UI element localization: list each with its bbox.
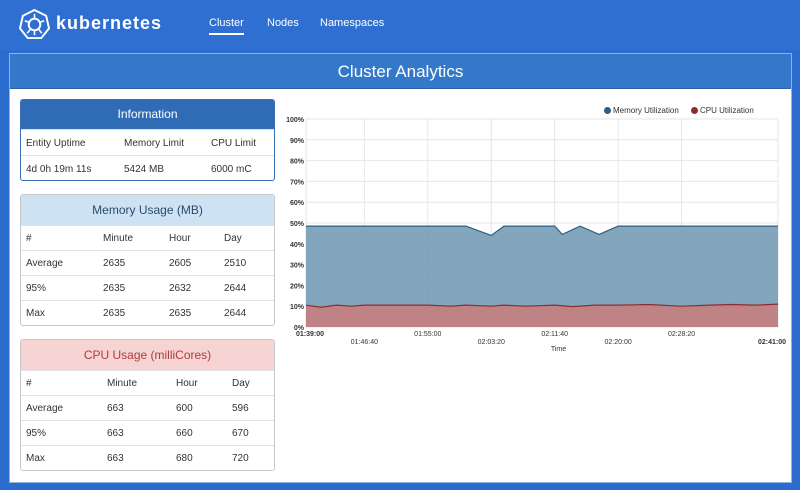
row-label: 95% [26,283,47,294]
column-header: Minute [103,233,134,244]
column-header: # [26,378,32,389]
kubernetes-logo-icon[interactable] [19,9,50,40]
y-tick-label: 90% [290,138,305,145]
table-row: 95% 663 660 670 [21,420,274,445]
top-navbar: kubernetes Cluster Nodes Namespaces [0,0,800,50]
table-cell: 2632 [169,283,192,294]
table-cell: 2644 [224,283,247,294]
y-tick-label: 70% [290,179,305,186]
cluster-analytics-panel: Cluster Analytics Information Entity Upt… [9,53,792,483]
table-cell: 2510 [224,258,247,269]
y-tick-label: 100% [286,117,305,124]
y-tick-label: 50% [290,221,305,228]
table-cell: 660 [176,428,193,439]
nav-cluster[interactable]: Cluster [209,17,244,35]
column-header: Hour [176,378,198,389]
row-label: Average [26,258,64,269]
y-tick-label: 60% [290,200,305,207]
info-cpu-limit-value: 6000 mC [211,164,252,175]
table-cell: 663 [107,403,124,414]
y-tick-label: 30% [290,263,305,270]
x-tick-label: 02:03:20 [478,339,505,346]
utilization-chart: 0%10%20%30%40%50%60%70%80%90%100%01:39:0… [286,117,786,353]
info-memory-limit-value: 5424 MB [124,164,165,175]
table-cell: 600 [176,403,193,414]
info-header-memory-limit: Memory Limit [124,138,185,149]
memory-usage-card: Memory Usage (MB) # Minute Hour Day Aver… [20,194,275,326]
table-cell: 596 [232,403,249,414]
row-label: 95% [26,428,47,439]
table-header-row: # Minute Hour Day [21,225,274,250]
x-tick-label: 01:55:00 [414,331,441,338]
row-label: Average [26,403,64,414]
x-tick-label: 02:41:00 [758,339,786,346]
cpu-usage-card: CPU Usage (milliCores) # Minute Hour Day… [20,339,275,471]
table-cell: 2605 [169,258,192,269]
table-row: Average 663 600 596 [21,395,274,420]
info-header-uptime: Entity Uptime [26,138,86,149]
info-header-row: Entity Uptime Memory Limit CPU Limit [21,129,274,155]
y-tick-label: 80% [290,159,305,166]
table-cell: 2635 [169,308,192,319]
column-header: Hour [169,233,191,244]
nav-nodes[interactable]: Nodes [267,17,299,29]
info-value-row: 4d 0h 19m 11s 5424 MB 6000 mC [21,155,274,180]
y-tick-label: 10% [290,304,305,311]
information-title: Information [21,100,274,129]
column-header: Day [232,378,250,389]
table-cell: 2635 [103,308,126,319]
table-cell: 680 [176,453,193,464]
table-cell: 663 [107,453,124,464]
panel-title: Cluster Analytics [10,54,791,89]
nav-namespaces[interactable]: Namespaces [320,17,384,29]
column-header: Minute [107,378,138,389]
x-tick-label: 02:20:00 [605,339,632,346]
table-row: Max 663 680 720 [21,445,274,470]
table-cell: 2635 [103,258,126,269]
table-row: 95% 2635 2632 2644 [21,275,274,300]
table-header-row: # Minute Hour Day [21,370,274,395]
table-cell: 2644 [224,308,247,319]
cpu-utilization-area [306,304,778,327]
x-tick-label: 02:11:40 [541,331,568,338]
table-row: Max 2635 2635 2644 [21,300,274,325]
column-header: # [26,233,32,244]
x-tick-label: 01:39:00 [296,331,324,338]
memory-usage-title: Memory Usage (MB) [21,195,274,225]
y-tick-label: 20% [290,283,305,290]
table-row: Average 2635 2605 2510 [21,250,274,275]
brand-name[interactable]: kubernetes [56,13,162,34]
x-tick-label: 01:46:40 [351,339,378,346]
info-header-cpu-limit: CPU Limit [211,138,257,149]
x-axis-label: Time [551,346,566,353]
column-header: Day [224,233,242,244]
information-card: Information Entity Uptime Memory Limit C… [20,99,275,181]
x-tick-label: 02:28:20 [668,331,695,338]
row-label: Max [26,308,45,319]
table-cell: 720 [232,453,249,464]
cpu-usage-title: CPU Usage (milliCores) [21,340,274,370]
y-tick-label: 40% [290,242,305,249]
info-uptime-value: 4d 0h 19m 11s [26,164,92,175]
row-label: Max [26,453,45,464]
table-cell: 663 [107,428,124,439]
table-cell: 670 [232,428,249,439]
table-cell: 2635 [103,283,126,294]
